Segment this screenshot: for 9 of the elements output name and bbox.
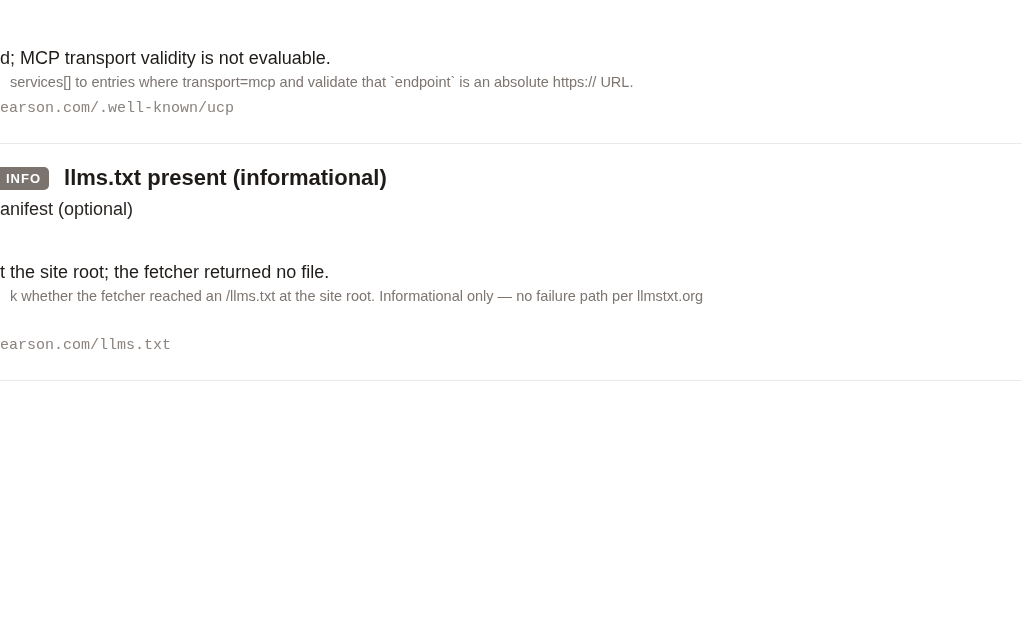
- check-title: llms.txt present (informational): [64, 165, 387, 191]
- check-url: earson.com/.well-known/ucp: [0, 100, 236, 117]
- check-url: earson.com/llms.txt: [0, 337, 173, 354]
- severity-badge: INFO: [0, 166, 50, 190]
- check-subtitle: anifest (optional): [0, 199, 135, 220]
- check-hint: services[] to entries where transport=mcp and validate that `endpoint` is an absolute https:// URL.: [9, 74, 635, 90]
- check-detail: t the site root; the fetcher returned no file.: [0, 261, 331, 284]
- check-detail: d; MCP transport validity is not evaluable.: [0, 47, 332, 70]
- check-hint: k whether the fetcher reached an /llms.txt at the site root. Informational only — no failure path per llmstxt.org: [9, 288, 705, 304]
